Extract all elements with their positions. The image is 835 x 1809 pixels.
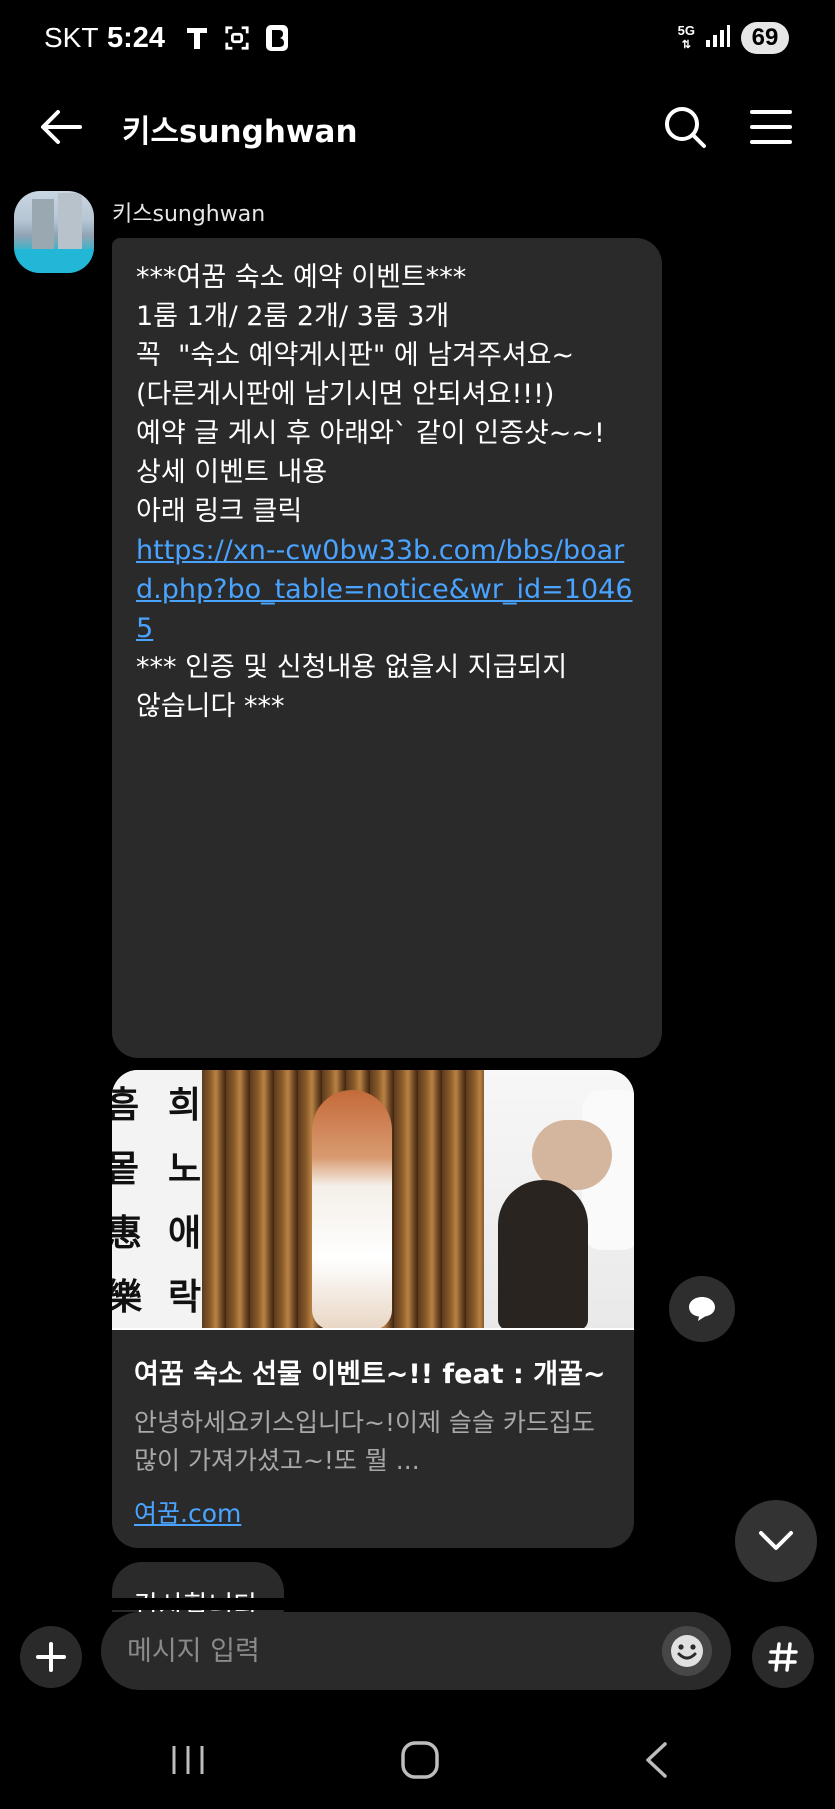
chat-title: 키스sunghwan: [122, 114, 358, 150]
calligraphy-char: 흠: [112, 1084, 140, 1126]
t-icon: [184, 24, 210, 52]
carrier-label: SKT: [44, 22, 99, 53]
hashtag-button[interactable]: [752, 1626, 814, 1688]
search-button[interactable]: [660, 102, 710, 152]
menu-button[interactable]: [746, 102, 796, 152]
message-input[interactable]: [127, 1632, 647, 1670]
system-nav-bar: [0, 1716, 835, 1809]
system-indicators: 5G ⇅ 69: [678, 22, 789, 54]
calligraphy-char: 희: [168, 1084, 202, 1126]
plus-icon: [36, 1642, 66, 1672]
message-line: 꼭 "숙소 예약게시판" 에 남겨주셔요~: [136, 340, 575, 371]
emoji-button[interactable]: [662, 1626, 712, 1676]
arrow-left-icon: [41, 110, 82, 144]
signal-icon: [705, 24, 731, 52]
message-input-container: [101, 1612, 731, 1690]
message-line: ***여꿈 숙소 예약 이벤트***: [136, 262, 467, 293]
hashtag-icon: [768, 1642, 798, 1672]
link-card-domain[interactable]: 여꿈.com: [134, 1494, 241, 1530]
emoji-icon: [671, 1635, 703, 1667]
link-card-description: 안녕하세요키스입니다~!이제 슬슬 카드집도 많이 가져가셨고~!또 뭘 ...: [134, 1408, 595, 1475]
b-icon: [264, 24, 290, 52]
sender-avatar[interactable]: [14, 191, 94, 273]
status-bar: SKT 5:24 5G ⇅ 69: [0, 0, 835, 80]
calligraphy-char: 노: [168, 1148, 202, 1190]
attach-button[interactable]: [20, 1626, 82, 1688]
recent-apps-button[interactable]: [168, 1740, 208, 1780]
chat-screen: SKT 5:24 5G ⇅ 69 키스sunghwan 키스sunghwan *…: [0, 0, 835, 1809]
calligraphy-char: 惠: [112, 1212, 143, 1254]
battery-indicator: 69: [741, 22, 789, 54]
message-composer: [0, 1612, 835, 1702]
link-preview-image: 흠 희 뫁 노 惠 애 樂 락: [112, 1070, 634, 1330]
calligraphy-char: 樂: [112, 1276, 143, 1318]
message-line: (다른게시판에 남기시면 안되셔요!!!): [136, 379, 555, 410]
search-icon: [665, 107, 706, 148]
scroll-to-bottom-button[interactable]: [735, 1500, 817, 1582]
network-5g-icon: 5G ⇅: [677, 23, 695, 51]
link-preview-card[interactable]: 흠 희 뫁 노 惠 애 樂 락 여꿈 숙소 선물 이벤트~!! feat : 개…: [112, 1070, 634, 1548]
message-line: 상세 이벤트 내용: [136, 457, 328, 488]
home-button[interactable]: [398, 1738, 442, 1782]
message-bubble[interactable]: ***여꿈 숙소 예약 이벤트*** 1룸 1개/ 2룸 2개/ 3룸 3개 꼭…: [112, 238, 662, 1058]
calligraphy-char: 락: [168, 1276, 202, 1318]
calligraphy-char: 애: [168, 1212, 202, 1254]
calligraphy-char: 뫁: [112, 1148, 140, 1190]
chevron-down-icon: [759, 1531, 793, 1550]
back-button[interactable]: [36, 102, 86, 152]
share-button[interactable]: [669, 1276, 735, 1342]
chat-header: 키스sunghwan: [0, 90, 835, 164]
message-line: 아래 링크 클릭: [136, 496, 303, 527]
message-line: 않습니다 ***: [136, 691, 285, 722]
speech-bubble-icon: [689, 1297, 715, 1321]
hamburger-menu-icon: [750, 110, 792, 144]
sender-name: 키스sunghwan: [112, 202, 266, 227]
photo-figure: [312, 1090, 392, 1330]
message-line: *** 인증 및 신청내용 없을시 지급되지: [136, 652, 568, 683]
link-card-title: 여꿈 숙소 선물 이벤트~!! feat : 개꿀~: [134, 1359, 606, 1390]
message-line: 예약 글 게시 후 아래와` 같이 인증샷~~!: [136, 418, 605, 449]
message-line: 1룸 1개/ 2룸 2개/ 3룸 3개: [136, 301, 450, 332]
recent-apps-icon: [172, 1746, 204, 1774]
home-icon: [401, 1741, 439, 1779]
message-link[interactable]: https://xn--cw0bw33b.com/bbs/board.php?b…: [136, 531, 638, 648]
clock: 5:24: [107, 22, 166, 54]
nav-back-icon: [646, 1742, 667, 1778]
nav-back-button[interactable]: [636, 1738, 676, 1782]
notification-icons: [184, 24, 290, 52]
calligraphy-panel: 흠 희 뫁 노 惠 애 樂 락: [112, 1070, 202, 1330]
network-label: 5G: [677, 23, 695, 38]
scan-icon: [224, 24, 250, 52]
